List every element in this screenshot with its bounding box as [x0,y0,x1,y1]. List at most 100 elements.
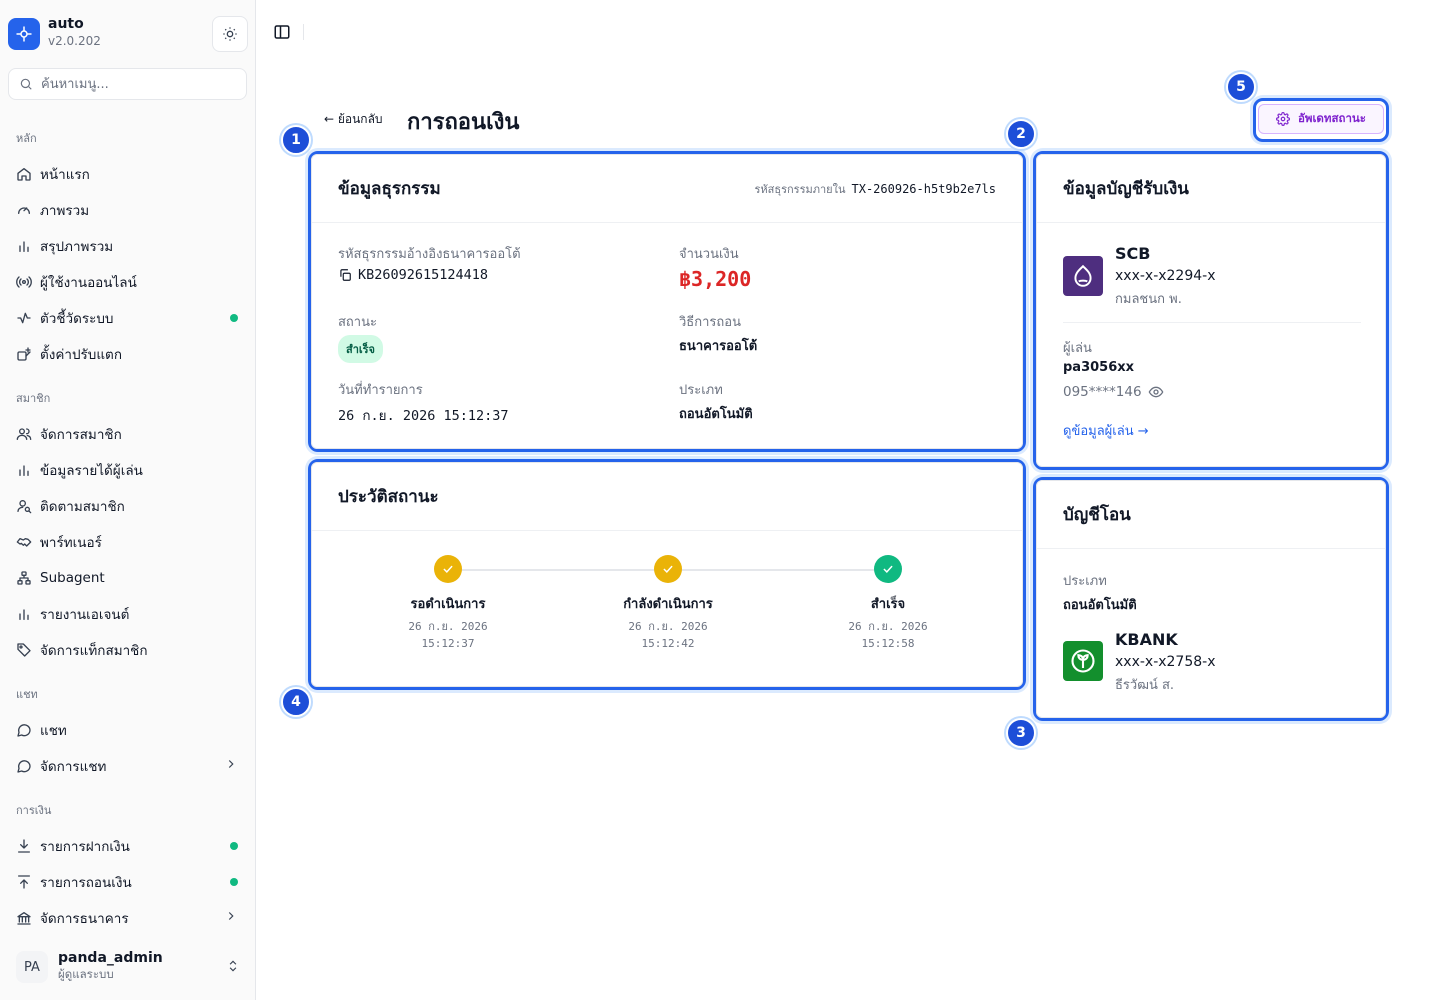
handshake-icon [16,534,32,550]
divider [1063,322,1361,323]
sidebar-item-label: แชท [40,723,67,739]
transaction-card-title: ข้อมูลธุรกรรม [338,179,441,199]
search-input[interactable] [41,76,231,92]
sidebar-item-label: รายงานเอเจนต์ [40,607,130,623]
sidebar-item[interactable]: รายการฝากเงิน [0,828,256,864]
broadcast-icon [16,274,32,290]
transfer-type-value: ถอนอัตโนมัติ [1063,598,1137,613]
date-value: 26 ก.ย. 2026 15:12:37 [338,408,509,424]
sidebar-item-label: ตั้งค่าปรับแตก [40,347,123,363]
sidebar-item-label: สรุปภาพรวม [40,239,114,255]
receiver-account-holder: กมลชนก พ. [1115,292,1182,307]
gear-icon [1276,112,1290,126]
eye-icon[interactable] [1148,384,1164,400]
chevron-right-icon [224,757,238,775]
network-icon [16,570,32,586]
timeline-step-label: รอดำเนินการ [410,597,486,612]
transfer-account-holder: ธีรวัฒน์ ส. [1115,678,1175,693]
sidebar-item[interactable]: แชท [0,712,256,748]
sidebar-item-label: จัดการแท็กสมาชิก [40,643,148,659]
sidebar-item[interactable]: จัดการสมาชิก [0,416,256,452]
sidebar-item-label: ผู้ใช้งานออนไลน์ [40,275,137,291]
sidebar-item-label: ภาพรวม [40,203,90,219]
bar-chart-icon [16,238,32,254]
sidebar-item[interactable]: จัดการแท็กสมาชิก [0,632,256,668]
user-menu[interactable]: PA panda_admin ผู้ดูแลระบบ [8,944,248,990]
sidebar-item[interactable]: หน้าแรก [0,156,256,192]
timeline-step-date: 26 ก.ย. 2026 [628,620,708,633]
timeline-step-time: 15:12:42 [641,637,695,650]
nav-group-label: แชท [16,688,38,701]
sidebar-nav: หลักหน้าแรกภาพรวมสรุปภาพรวมผู้ใช้งานออนไ… [0,120,256,944]
sidebar-item[interactable]: ข้อมูลรายได้ผู้เล่น [0,452,256,488]
sidebar-item[interactable]: Subagent [0,560,256,596]
callout-badge-2: 2 [1006,119,1036,149]
sidebar-toggle-button[interactable] [272,22,292,42]
status-label: สถานะ [338,315,377,330]
status-dot [230,842,238,850]
box-plus-icon [16,346,32,362]
check-circle-icon [654,555,682,583]
timeline-step-label: กำลังดำเนินการ [623,597,713,612]
transfer-bank-name: KBANK [1115,630,1178,649]
sidebar-item[interactable]: จัดการธนาคาร [0,900,256,936]
user-name: panda_admin [58,950,163,966]
download-icon [16,838,32,854]
player-phone: 095****146 [1063,384,1142,400]
user-role: ผู้ดูแลระบบ [58,967,114,981]
receiver-card-title: ข้อมูลบัญชีรับเงิน [1063,179,1189,199]
check-circle-icon [874,555,902,583]
sidebar: auto v2.0.202 หลักหน้าแรกภาพรวมสรุปภาพรว… [0,0,256,1000]
nav-group-label: สมาชิก [16,392,51,405]
avatar: PA [16,951,48,983]
timeline-step: รอดำเนินการ 26 ก.ย. 2026 15:12:37 [358,555,538,652]
sidebar-item-label: หน้าแรก [40,167,90,183]
copy-icon[interactable] [338,268,352,282]
update-status-button[interactable]: อัพเดทสถานะ [1258,104,1384,134]
bar-chart-icon [16,462,32,478]
sidebar-item[interactable]: รายการถอนเงิน [0,864,256,900]
sidebar-item[interactable]: ตัวชี้วัดระบบ [0,300,256,336]
sidebar-item[interactable]: จัดการแชท [0,748,256,784]
transfer-account-card: บัญชีโอน ประเภท ถอนอัตโนมัติ KBANK xxx-x… [1036,480,1386,718]
sun-icon [223,27,237,41]
bar-chart-icon [16,606,32,622]
nav-group-gap [0,372,256,380]
sidebar-item-label: พาร์ทเนอร์ [40,535,102,551]
sidebar-item[interactable]: ภาพรวม [0,192,256,228]
timeline-step: กำลังดำเนินการ 26 ก.ย. 2026 15:12:42 [578,555,758,652]
sidebar-item[interactable]: สรุปภาพรวม [0,228,256,264]
chat-icon [16,758,32,774]
theme-toggle-button[interactable] [212,16,248,52]
view-player-link[interactable]: ดูข้อมูลผู้เล่น → [1063,420,1149,441]
menu-search[interactable] [8,68,247,100]
sidebar-item-label: รายการฝากเงิน [40,839,130,855]
back-link[interactable]: ← ย้อนกลับ [324,110,383,129]
sidebar-item[interactable]: ติดตามสมาชิก [0,488,256,524]
date-label: วันที่ทำรายการ [338,383,423,398]
sidebar-item[interactable]: รายงานเอเจนต์ [0,596,256,632]
home-icon [16,166,32,182]
receiver-bank-name: SCB [1115,244,1151,263]
panel-left-icon [274,25,290,39]
amount-label: จำนวนเงิน [679,247,739,262]
timeline-step-date: 26 ก.ย. 2026 [848,620,928,633]
sidebar-item[interactable]: ตั้งค่าปรับแตก [0,336,256,372]
nav-group-gap [0,936,256,944]
internal-ref-value: TX-260926-h5t9b2e7ls [851,181,997,196]
users-icon [16,426,32,442]
sidebar-item-label: ติดตามสมาชิก [40,499,125,515]
status-dot [230,314,238,322]
sidebar-item[interactable]: พาร์ทเนอร์ [0,524,256,560]
nav-group-label: หลัก [16,132,37,145]
sidebar-item-label: ตัวชี้วัดระบบ [40,311,114,327]
callout-badge-1: 1 [281,125,311,155]
transaction-card: ข้อมูลธุรกรรม รหัสธุรกรรมภายใน TX-260926… [311,154,1023,449]
chevron-right-icon [224,909,238,927]
sidebar-item[interactable]: ผู้ใช้งานออนไลน์ [0,264,256,300]
method-label: วิธีการถอน [679,315,741,330]
topbar-divider [303,24,304,40]
callout-badge-5: 5 [1226,72,1256,102]
sidebar-item-label: Subagent [40,570,105,586]
method-value: ธนาคารออโต้ [679,339,758,354]
